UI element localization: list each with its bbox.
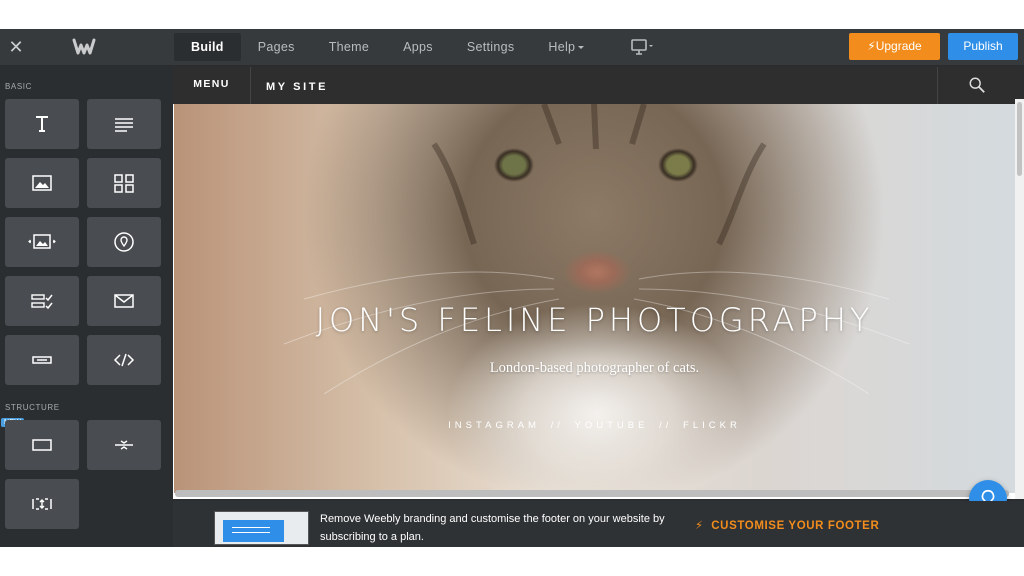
lightning-icon: ⚡ bbox=[867, 39, 876, 53]
branding-footer-bar: Remove Weebly branding and customise the… bbox=[173, 501, 1024, 547]
newsletter-element-tile[interactable] bbox=[87, 276, 161, 326]
tab-theme[interactable]: Theme bbox=[312, 33, 386, 61]
title-element-tile[interactable] bbox=[5, 99, 79, 149]
vertical-scrollbar[interactable] bbox=[1015, 99, 1024, 499]
lightning-icon: ⚡ bbox=[695, 520, 704, 532]
form-icon bbox=[31, 294, 53, 310]
upgrade-button[interactable]: ⚡Upgrade bbox=[849, 33, 940, 60]
link-separator: // bbox=[659, 420, 673, 431]
slideshow-icon bbox=[28, 234, 56, 249]
text-icon bbox=[115, 118, 133, 132]
map-icon bbox=[114, 232, 134, 252]
divider-icon bbox=[115, 440, 133, 450]
divider-element-tile[interactable] bbox=[87, 420, 161, 470]
footer-preview-thumbnail bbox=[214, 511, 309, 545]
editor-toolbar: ✕ Build Pages Theme Apps Settings Help ⚡… bbox=[0, 29, 1024, 66]
footer-preview-block bbox=[223, 520, 284, 542]
site-menu-button[interactable]: MENU bbox=[173, 67, 251, 104]
hero-title: JON'S FELINE PHOTOGRAPHY bbox=[315, 301, 874, 339]
tab-settings[interactable]: Settings bbox=[450, 33, 532, 61]
tab-help-label: Help bbox=[548, 40, 576, 54]
tab-pages[interactable]: Pages bbox=[241, 33, 312, 61]
gallery-element-tile[interactable] bbox=[87, 158, 161, 208]
publish-button[interactable]: Publish bbox=[948, 33, 1018, 60]
spacer-icon bbox=[32, 498, 52, 510]
editor-tabs: Build Pages Theme Apps Settings Help bbox=[174, 33, 601, 61]
site-search-button[interactable] bbox=[937, 67, 1023, 104]
weebly-logo-icon[interactable] bbox=[72, 37, 96, 57]
link-separator: // bbox=[550, 420, 564, 431]
social-links: INSTAGRAM // YOUTUBE // FLICKR bbox=[174, 420, 1015, 431]
tab-apps[interactable]: Apps bbox=[386, 33, 450, 61]
section-label-basic: BASIC bbox=[5, 82, 33, 91]
map-element-tile[interactable] bbox=[87, 217, 161, 267]
text-element-tile[interactable] bbox=[87, 99, 161, 149]
close-icon[interactable]: ✕ bbox=[6, 37, 26, 57]
customise-footer-link[interactable]: ⚡ CUSTOMISE YOUR FOOTER bbox=[695, 518, 879, 532]
customise-footer-label: CUSTOMISE YOUR FOOTER bbox=[711, 520, 880, 532]
youtube-link[interactable]: YOUTUBE bbox=[575, 420, 649, 431]
footer-preview-line bbox=[232, 532, 270, 533]
button-icon bbox=[32, 356, 52, 364]
footer-upsell-message: Remove Weebly branding and customise the… bbox=[320, 513, 665, 543]
spacer-element-tile[interactable] bbox=[5, 479, 79, 529]
desktop-preview-icon[interactable] bbox=[630, 38, 656, 56]
tab-help[interactable]: Help bbox=[531, 33, 601, 61]
tab-build[interactable]: Build bbox=[174, 33, 241, 61]
chevron-down-icon bbox=[578, 46, 585, 50]
site-name[interactable]: MY SITE bbox=[266, 67, 328, 104]
form-element-tile[interactable] bbox=[5, 276, 79, 326]
weebly-editor: ✕ Build Pages Theme Apps Settings Help ⚡… bbox=[0, 29, 1024, 547]
search-icon bbox=[969, 77, 985, 93]
hero-banner[interactable]: JON'S FELINE PHOTOGRAPHY London-based ph… bbox=[174, 104, 1015, 493]
image-element-tile[interactable] bbox=[5, 158, 79, 208]
instagram-link[interactable]: INSTAGRAM bbox=[448, 420, 540, 431]
embed-code-icon bbox=[113, 353, 135, 367]
gallery-icon bbox=[114, 174, 134, 193]
title-icon bbox=[36, 116, 48, 132]
flickr-link[interactable]: FLICKR bbox=[683, 420, 741, 431]
scrollbar-thumb[interactable] bbox=[1017, 102, 1022, 176]
section-icon bbox=[32, 439, 52, 451]
image-icon bbox=[32, 175, 52, 191]
footer-preview-line bbox=[232, 527, 270, 528]
slideshow-element-tile[interactable] bbox=[5, 217, 79, 267]
section-label-structure: STRUCTURE bbox=[5, 403, 60, 412]
section-element-tile[interactable] bbox=[5, 420, 79, 470]
hero-subtitle: London-based photographer of cats. bbox=[489, 360, 700, 376]
upgrade-label: Upgrade bbox=[875, 39, 922, 53]
embed-code-element-tile[interactable] bbox=[87, 335, 161, 385]
button-element-tile[interactable] bbox=[5, 335, 79, 385]
elements-sidebar: BASIC STRUCTURE bbox=[0, 67, 170, 547]
cat-photo bbox=[283, 104, 910, 395]
newsletter-icon bbox=[114, 294, 134, 308]
horizontal-scrollbar[interactable] bbox=[175, 490, 1009, 497]
site-preview: MENU MY SITE JON'S FELINE PHOTOGRAPHY Lo… bbox=[173, 67, 1023, 499]
site-header: MENU MY SITE bbox=[173, 67, 1023, 104]
